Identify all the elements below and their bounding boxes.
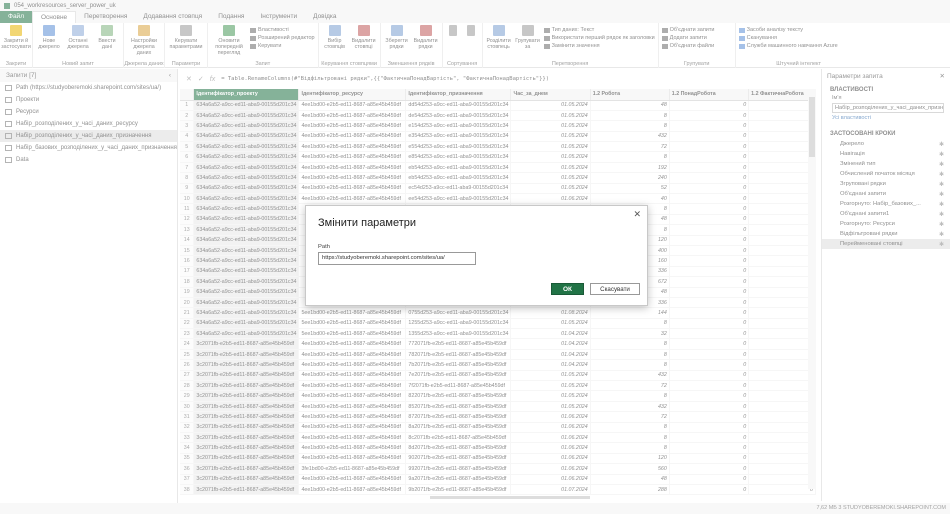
cancel-button[interactable]: Скасувати <box>590 283 640 295</box>
edit-parameters-dialog: Змінити параметри ✕ Path https://studyob… <box>305 205 648 306</box>
path-input[interactable]: https://studyoberemoki.sharepoint.com/si… <box>318 252 476 265</box>
close-icon[interactable]: ✕ <box>633 209 641 220</box>
path-label: Path <box>318 244 330 250</box>
ok-button[interactable]: ОК <box>551 283 584 295</box>
dialog-title: Змінити параметри <box>318 217 417 229</box>
